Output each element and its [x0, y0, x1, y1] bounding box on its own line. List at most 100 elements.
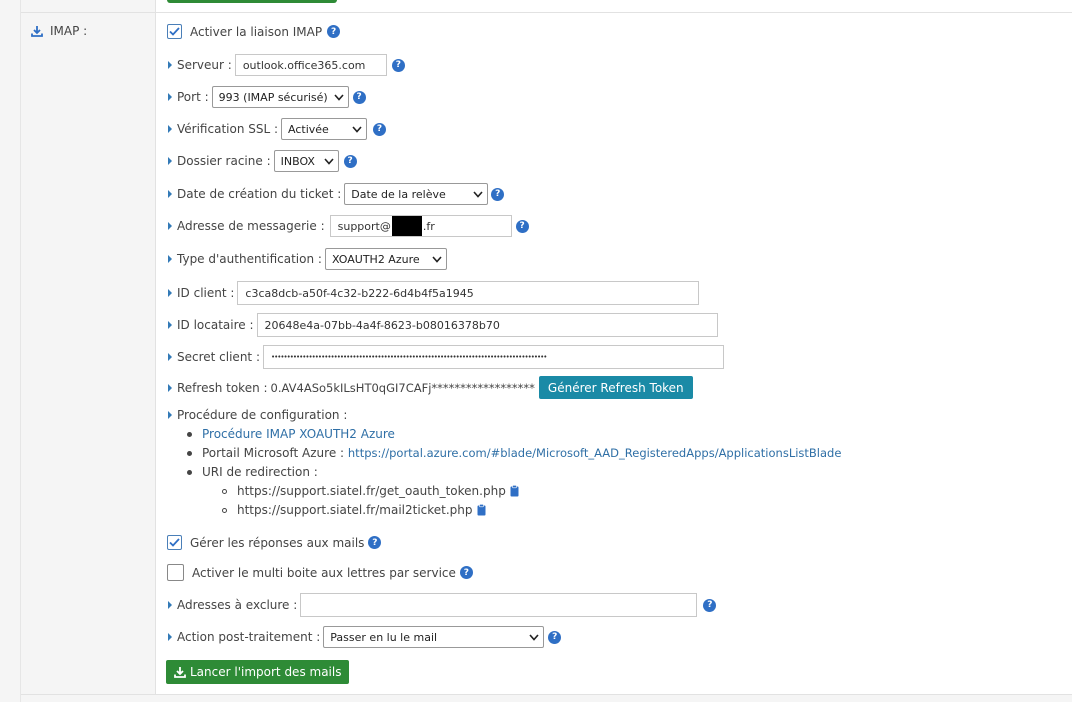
- download-icon: [31, 26, 43, 37]
- caret-right-icon: [168, 61, 172, 69]
- caret-right-icon: [168, 289, 172, 297]
- post-action-select[interactable]: Passer en lu le mail: [323, 626, 545, 648]
- list-item: https://support.siatel.fr/mail2ticket.ph…: [222, 503, 486, 517]
- ticket-date-selected-value: Date de la relève: [351, 187, 446, 201]
- email-input[interactable]: support@ .fr: [329, 215, 512, 237]
- root-folder-select[interactable]: INBOX: [273, 150, 339, 172]
- caret-right-icon: [168, 383, 172, 392]
- help-icon[interactable]: ?: [343, 154, 357, 168]
- list-item: Procédure IMAP XOAUTH2 Azure: [187, 427, 395, 441]
- exclude-label: Adresses à exclure :: [177, 598, 298, 612]
- ticket-date-row: Date de création du ticket : Date de la …: [167, 183, 505, 205]
- help-icon[interactable]: ?: [548, 630, 562, 644]
- start-import-button[interactable]: Lancer l'import des mails: [166, 660, 350, 684]
- auth-type-select[interactable]: XOAUTH2 Azure: [324, 248, 447, 270]
- client-secret-row: Secret client : ••••••••••••••••••••••••…: [167, 345, 724, 369]
- server-input[interactable]: outlook.office365.com: [234, 54, 387, 76]
- caret-right-icon: [168, 157, 172, 165]
- activate-imap-checkbox[interactable]: [167, 24, 182, 39]
- auth-type-selected-value: XOAUTH2 Azure: [331, 252, 420, 266]
- checkmark-icon: [169, 27, 180, 36]
- download-icon: [174, 667, 186, 678]
- config-procedure-row: Procédure de configuration :: [167, 408, 350, 422]
- exclude-input[interactable]: [300, 593, 698, 617]
- config-procedure-label: Procédure de configuration :: [177, 408, 348, 422]
- bullet: [222, 507, 227, 513]
- manage-replies-checkbox[interactable]: [167, 535, 182, 550]
- bullet: [187, 450, 192, 456]
- refresh-token-label: Refresh token :: [177, 380, 268, 395]
- tenant-id-row: ID locataire : 20648e4a-07bb-4a4f-8623-b…: [167, 313, 718, 337]
- clipboard-icon[interactable]: [477, 504, 486, 516]
- help-icon[interactable]: ?: [491, 187, 505, 201]
- multi-mailbox-label: Activer le multi boite aux lettres par s…: [192, 565, 456, 580]
- refresh-token-row: Refresh token : 0.AV4ASo5kILsHT0qGI7CAFj…: [167, 376, 693, 399]
- ssl-select[interactable]: Activée: [281, 118, 368, 140]
- list-item: Portail Microsoft Azure : https://portal…: [187, 446, 841, 460]
- generate-refresh-token-button[interactable]: Générer Refresh Token: [538, 376, 693, 399]
- activate-imap-row: Activer la liaison IMAP ?: [167, 24, 341, 39]
- divider-top: [21, 12, 1072, 13]
- refresh-token-value: 0.AV4ASo5kILsHT0qGI7CAFj****************…: [270, 380, 535, 395]
- help-icon[interactable]: ?: [327, 25, 341, 38]
- divider-bottom: [21, 694, 1072, 695]
- help-icon[interactable]: ?: [352, 90, 366, 104]
- redirect-uri-2: https://support.siatel.fr/mail2ticket.ph…: [237, 503, 473, 517]
- port-select[interactable]: 993 (IMAP sécurisé): [211, 86, 349, 108]
- help-icon[interactable]: ?: [373, 122, 387, 136]
- caret-right-icon: [168, 93, 172, 101]
- client-id-row: ID client : c3ca8dcb-a50f-4c32-b222-6d4b…: [167, 281, 700, 305]
- bullet: [187, 431, 192, 437]
- chevron-down-icon: [432, 255, 442, 263]
- email-value-prefix: support@: [337, 219, 391, 233]
- tenant-id-input[interactable]: 20648e4a-07bb-4a4f-8623-b08016378b70: [256, 313, 718, 337]
- caret-right-icon: [168, 411, 172, 419]
- post-action-selected-value: Passer en lu le mail: [330, 630, 438, 644]
- help-icon[interactable]: ?: [703, 598, 717, 612]
- chevron-down-icon: [352, 125, 362, 133]
- help-icon[interactable]: ?: [459, 566, 473, 579]
- port-row: Port : 993 (IMAP sécurisé) ?: [167, 86, 366, 108]
- caret-right-icon: [168, 255, 172, 263]
- help-icon[interactable]: ?: [515, 219, 529, 233]
- help-icon[interactable]: ?: [391, 58, 405, 72]
- checkmark-icon: [169, 538, 180, 547]
- start-import-label: Lancer l'import des mails: [190, 665, 342, 679]
- chevron-down-icon: [473, 190, 483, 198]
- server-label: Serveur :: [177, 58, 232, 72]
- root-folder-label: Dossier racine :: [177, 154, 271, 168]
- caret-right-icon: [168, 353, 172, 361]
- email-value-suffix: .fr: [422, 219, 435, 233]
- email-label: Adresse de messagerie :: [177, 219, 325, 233]
- server-row: Serveur : outlook.office365.com ?: [167, 54, 405, 76]
- post-action-label: Action post-traitement :: [177, 630, 321, 644]
- client-id-label: ID client :: [177, 286, 235, 300]
- clipboard-icon[interactable]: [510, 485, 519, 497]
- chevron-down-icon: [324, 157, 334, 165]
- left-gutter: [0, 0, 21, 702]
- auth-type-label: Type d'authentification :: [177, 252, 322, 266]
- bullet: [187, 469, 192, 475]
- list-item: https://support.siatel.fr/get_oauth_toke…: [222, 484, 519, 498]
- help-icon[interactable]: ?: [368, 536, 382, 549]
- port-selected-value: 993 (IMAP sécurisé): [218, 90, 328, 104]
- redacted-block: [391, 216, 422, 236]
- caret-right-icon: [168, 321, 172, 329]
- redirect-uri-1: https://support.siatel.fr/get_oauth_toke…: [237, 484, 506, 498]
- azure-portal-link[interactable]: https://portal.azure.com/#blade/Microsof…: [348, 446, 842, 460]
- root-folder-selected-value: INBOX: [280, 154, 315, 168]
- imap-xoauth2-procedure-link[interactable]: Procédure IMAP XOAUTH2 Azure: [202, 427, 395, 441]
- client-id-input[interactable]: c3ca8dcb-a50f-4c32-b222-6d4b4f5a1945: [237, 281, 700, 305]
- auth-type-row: Type d'authentification : XOAUTH2 Azure: [167, 248, 447, 270]
- multi-mailbox-checkbox[interactable]: [167, 564, 184, 581]
- ticket-date-select[interactable]: Date de la relève: [344, 183, 489, 205]
- previous-section-button[interactable]: [167, 0, 337, 3]
- section-label-imap: IMAP :: [31, 24, 87, 38]
- port-label: Port :: [177, 90, 209, 104]
- client-secret-input[interactable]: ••••••••••••••••••••••••••••••••••••••••…: [263, 345, 724, 369]
- redirect-uri-label: URI de redirection :: [202, 465, 318, 479]
- caret-right-icon: [168, 601, 172, 609]
- chevron-down-icon: [334, 93, 344, 101]
- ssl-row: Vérification SSL : Activée ?: [167, 118, 387, 140]
- caret-right-icon: [168, 222, 172, 230]
